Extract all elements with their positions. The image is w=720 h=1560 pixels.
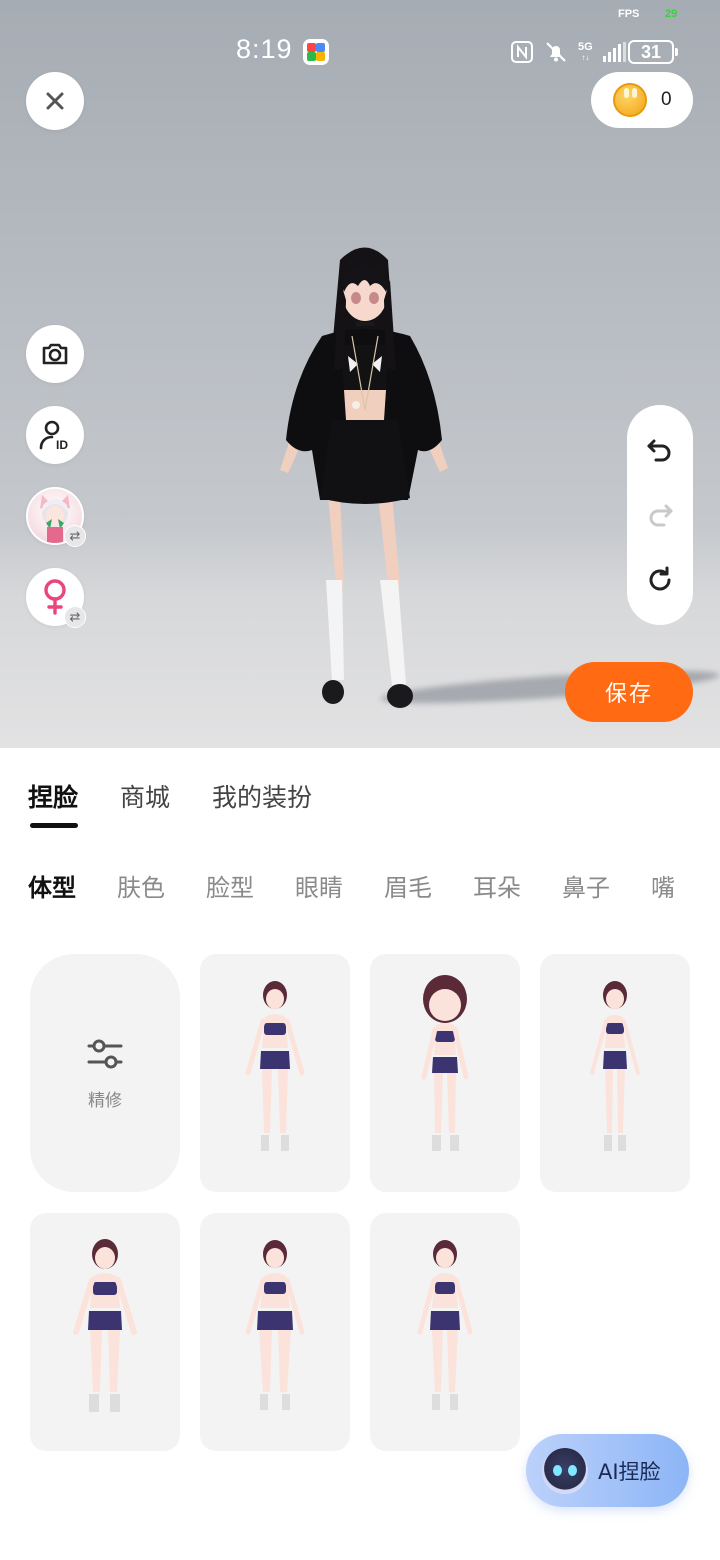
refine-card[interactable]: 精修 — [30, 954, 180, 1192]
camera-icon — [42, 343, 68, 365]
avatar-stage[interactable]: FPS 29 8:19 5G ↑↓ 31 0 ID ⇄ ⇄ 保存 — [0, 0, 720, 748]
body-type-figure — [245, 981, 305, 1151]
character-swap-icon: ⇄ — [64, 525, 86, 547]
tab-store[interactable]: 商城 — [120, 778, 170, 814]
body-type-figure — [73, 1239, 137, 1412]
body-type-figure — [245, 1240, 305, 1410]
body-type-option-6[interactable] — [370, 1213, 520, 1451]
ai-robot-icon — [542, 1447, 588, 1494]
tab-my-outfits[interactable]: 我的装扮 — [212, 778, 312, 814]
category-tabs: 体型 肤色 脸型 眼睛 眉毛 耳朵 鼻子 嘴 — [28, 868, 720, 903]
coin-icon — [613, 83, 647, 117]
undo-icon[interactable] — [645, 435, 675, 465]
gender-switch-button[interactable]: ⇄ — [26, 568, 86, 628]
network-label: 5G — [578, 40, 593, 53]
save-button[interactable]: 保存 — [565, 662, 693, 722]
fps-label: FPS — [618, 8, 640, 20]
category-mouth[interactable]: 嘴 — [651, 868, 675, 903]
body-type-option-5[interactable] — [200, 1213, 350, 1451]
close-icon — [46, 92, 64, 110]
main-tabs: 捏脸 商城 我的装扮 — [28, 778, 354, 814]
category-face-shape[interactable]: 脸型 — [206, 868, 254, 903]
svg-text:ID: ID — [56, 438, 68, 452]
status-time: 8:19 — [236, 34, 293, 64]
character-switch-button[interactable]: ⇄ — [26, 487, 86, 547]
app-notification-icon — [303, 39, 329, 65]
network-type: 5G ↑↓ — [578, 40, 593, 62]
body-type-option-3[interactable] — [540, 954, 690, 1192]
body-type-option-4[interactable] — [30, 1213, 180, 1451]
category-eyes[interactable]: 眼睛 — [295, 868, 343, 903]
body-type-option-1[interactable] — [200, 954, 350, 1192]
reset-icon[interactable] — [645, 565, 675, 595]
avatar-model — [280, 247, 448, 708]
history-controls — [627, 405, 693, 625]
category-skin-color[interactable]: 肤色 — [117, 868, 165, 903]
status-icons: 5G ↑↓ — [510, 38, 626, 66]
category-eyebrows[interactable]: 眉毛 — [384, 868, 432, 903]
coin-balance[interactable]: 0 — [591, 72, 693, 128]
category-ears[interactable]: 耳朵 — [473, 868, 521, 903]
tab-face-edit[interactable]: 捏脸 — [28, 778, 78, 814]
ai-face-label: AI捏脸 — [598, 1459, 661, 1484]
body-type-figure — [590, 981, 640, 1151]
body-type-figure — [417, 1240, 473, 1410]
avatar-id-button[interactable]: ID — [26, 406, 84, 464]
ai-face-button[interactable]: AI捏脸 — [526, 1434, 689, 1507]
sliders-icon — [87, 1039, 123, 1068]
signal-icon — [602, 42, 626, 62]
fps-value: 29 — [665, 8, 678, 20]
nfc-icon — [511, 41, 533, 63]
bell-off-icon — [546, 42, 566, 62]
body-type-figure — [421, 975, 469, 1151]
category-nose[interactable]: 鼻子 — [562, 868, 610, 903]
active-tab-indicator — [30, 823, 78, 828]
close-button[interactable] — [26, 72, 84, 130]
body-type-option-2[interactable] — [370, 954, 520, 1192]
coin-count: 0 — [661, 89, 672, 110]
user-id-icon: ID — [39, 420, 68, 452]
gender-swap-icon: ⇄ — [64, 606, 86, 628]
camera-button[interactable] — [26, 325, 84, 383]
battery-indicator: 31 — [628, 40, 678, 64]
refine-label: 精修 — [88, 1090, 122, 1111]
category-body-type[interactable]: 体型 — [28, 868, 76, 903]
redo-icon[interactable] — [645, 500, 675, 530]
